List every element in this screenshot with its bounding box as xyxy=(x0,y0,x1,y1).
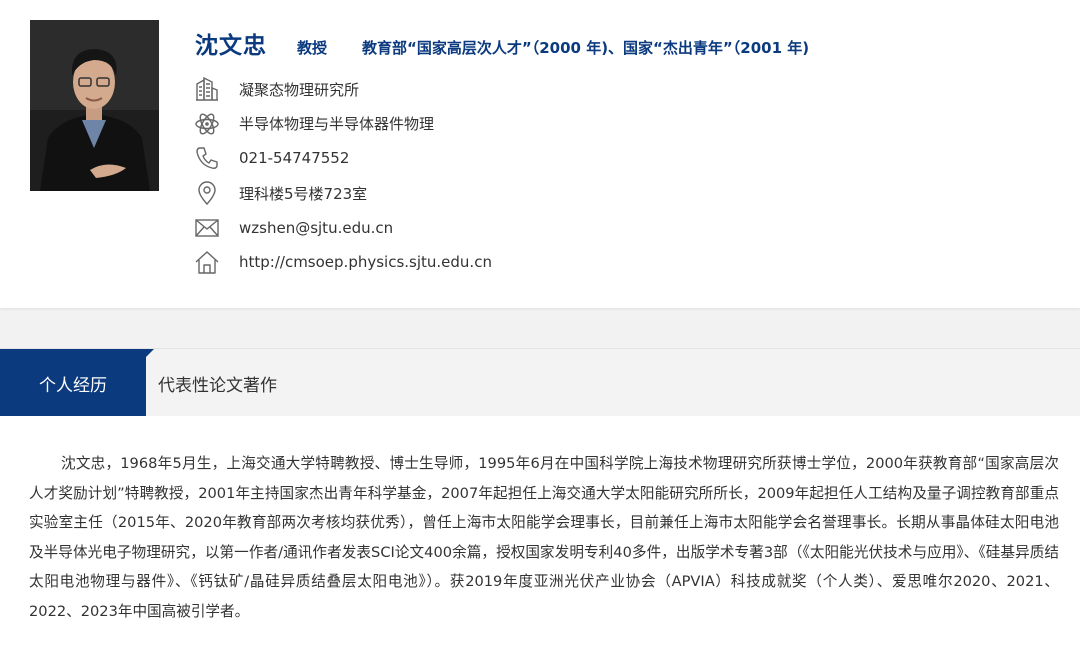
info-office: 理科楼5号楼723室 xyxy=(194,176,492,211)
research-field-text: 半导体物理与半导体器件物理 xyxy=(239,115,435,134)
home-icon xyxy=(194,248,224,276)
bio-panel: 沈文忠，1968年5月生，上海交通大学特聘教授、博士生导师，1995年6月在中国… xyxy=(0,416,1080,648)
profile-photo xyxy=(30,20,159,191)
institute-text: 凝聚态物理研究所 xyxy=(239,80,360,99)
info-phone: 021-54747552 xyxy=(194,141,492,176)
professor-name: 沈文忠 xyxy=(195,33,267,59)
biography-text: 沈文忠，1968年5月生，上海交通大学特聘教授、博士生导师，1995年6月在中国… xyxy=(29,455,1059,620)
location-pin-icon xyxy=(194,179,224,207)
homepage-link[interactable]: http://cmsoep.physics.sjtu.edu.cn xyxy=(239,253,492,271)
tab-bar: 个人经历 代表性论文著作 xyxy=(0,348,1080,417)
academic-rank: 教授 xyxy=(297,39,328,57)
info-email: wzshen@sjtu.edu.cn xyxy=(194,210,492,245)
honors-text: 教育部“国家高层次人才”（2000 年)、国家“杰出青年”（2001 年) xyxy=(362,39,810,57)
info-homepage: http://cmsoep.physics.sjtu.edu.cn xyxy=(194,245,492,280)
info-research-field: 半导体物理与半导体器件物理 xyxy=(194,107,492,142)
info-institute: 凝聚态物理研究所 xyxy=(194,72,492,107)
tab-personal-experience[interactable]: 个人经历 xyxy=(0,349,154,417)
atom-icon xyxy=(194,110,224,138)
email-text: wzshen@sjtu.edu.cn xyxy=(239,218,394,237)
contact-info-list: 凝聚态物理研究所 半导体物理与半导体器件物理 021-54747552 理科楼5… xyxy=(194,72,492,280)
tab-representative-papers[interactable]: 代表性论文著作 xyxy=(158,349,277,417)
building-icon xyxy=(194,75,224,103)
mail-icon xyxy=(194,214,224,242)
phone-icon xyxy=(194,144,224,172)
office-text: 理科楼5号楼723室 xyxy=(239,184,368,203)
phone-text: 021-54747552 xyxy=(239,149,350,168)
name-row: 沈文忠 教授 教育部“国家高层次人才”（2000 年)、国家“杰出青年”（200… xyxy=(195,26,810,59)
profile-card: 沈文忠 教授 教育部“国家高层次人才”（2000 年)、国家“杰出青年”（200… xyxy=(0,0,1080,308)
